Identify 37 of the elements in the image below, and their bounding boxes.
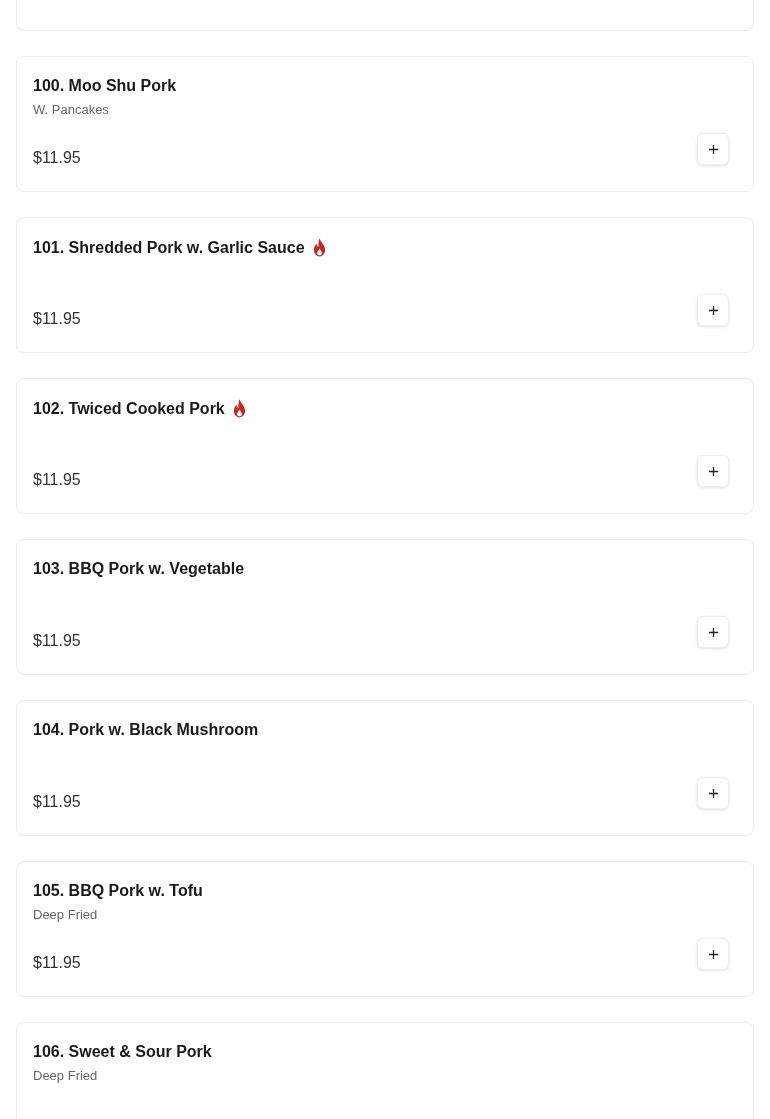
menu-item-card[interactable]: 100. Moo Shu Pork W. Pancakes $11.95: [16, 56, 754, 192]
plus-icon: [707, 465, 719, 477]
flame-icon: [231, 399, 247, 418]
plus-icon: [707, 948, 719, 960]
add-button[interactable]: [697, 777, 729, 809]
plus-icon: [707, 143, 719, 155]
plus-icon: [707, 626, 719, 638]
item-description: Deep Fried: [33, 1068, 99, 1083]
item-price: $11.95: [33, 631, 81, 650]
item-title: 101. Shredded Pork w. Garlic Sauce: [33, 238, 305, 257]
plus-icon: [707, 787, 719, 799]
item-price: $11.95: [33, 148, 81, 167]
menu-item-card[interactable]: 106. Sweet & Sour Pork Deep Fried: [16, 1022, 754, 1119]
menu-item-card[interactable]: 101. Shredded Pork w. Garlic Sauce $11.95: [16, 217, 754, 353]
item-title: 104. Pork w. Black Mushroom: [33, 721, 259, 739]
item-title: 103. BBQ Pork w. Vegetable: [33, 560, 245, 578]
menu-item-card[interactable]: 105. BBQ Pork w. Tofu Deep Fried $11.95: [16, 861, 754, 997]
item-title: 100. Moo Shu Pork: [33, 77, 177, 95]
menu-item-card[interactable]: 104. Pork w. Black Mushroom $11.95: [16, 700, 754, 836]
add-button[interactable]: [697, 455, 729, 487]
item-title: 102. Twiced Cooked Pork: [33, 399, 225, 418]
item-description: Deep Fried: [33, 907, 99, 922]
menu-item-card[interactable]: 103. BBQ Pork w. Vegetable $11.95: [16, 539, 754, 675]
add-button[interactable]: [697, 294, 729, 326]
add-button[interactable]: [697, 133, 729, 165]
item-description: W. Pancakes: [33, 102, 110, 117]
item-price: $11.95: [33, 470, 81, 489]
item-title: 106. Sweet & Sour Pork: [33, 1043, 212, 1061]
item-price: $11.95: [33, 309, 81, 328]
add-button[interactable]: [697, 616, 729, 648]
plus-icon: [707, 304, 719, 316]
flame-icon: [311, 238, 327, 257]
item-price: $11.95: [33, 953, 81, 972]
add-button[interactable]: [697, 938, 729, 970]
item-title: 105. BBQ Pork w. Tofu: [33, 882, 203, 900]
menu-item-card[interactable]: 102. Twiced Cooked Pork $11.95: [16, 378, 754, 514]
item-price: $11.95: [33, 792, 81, 811]
